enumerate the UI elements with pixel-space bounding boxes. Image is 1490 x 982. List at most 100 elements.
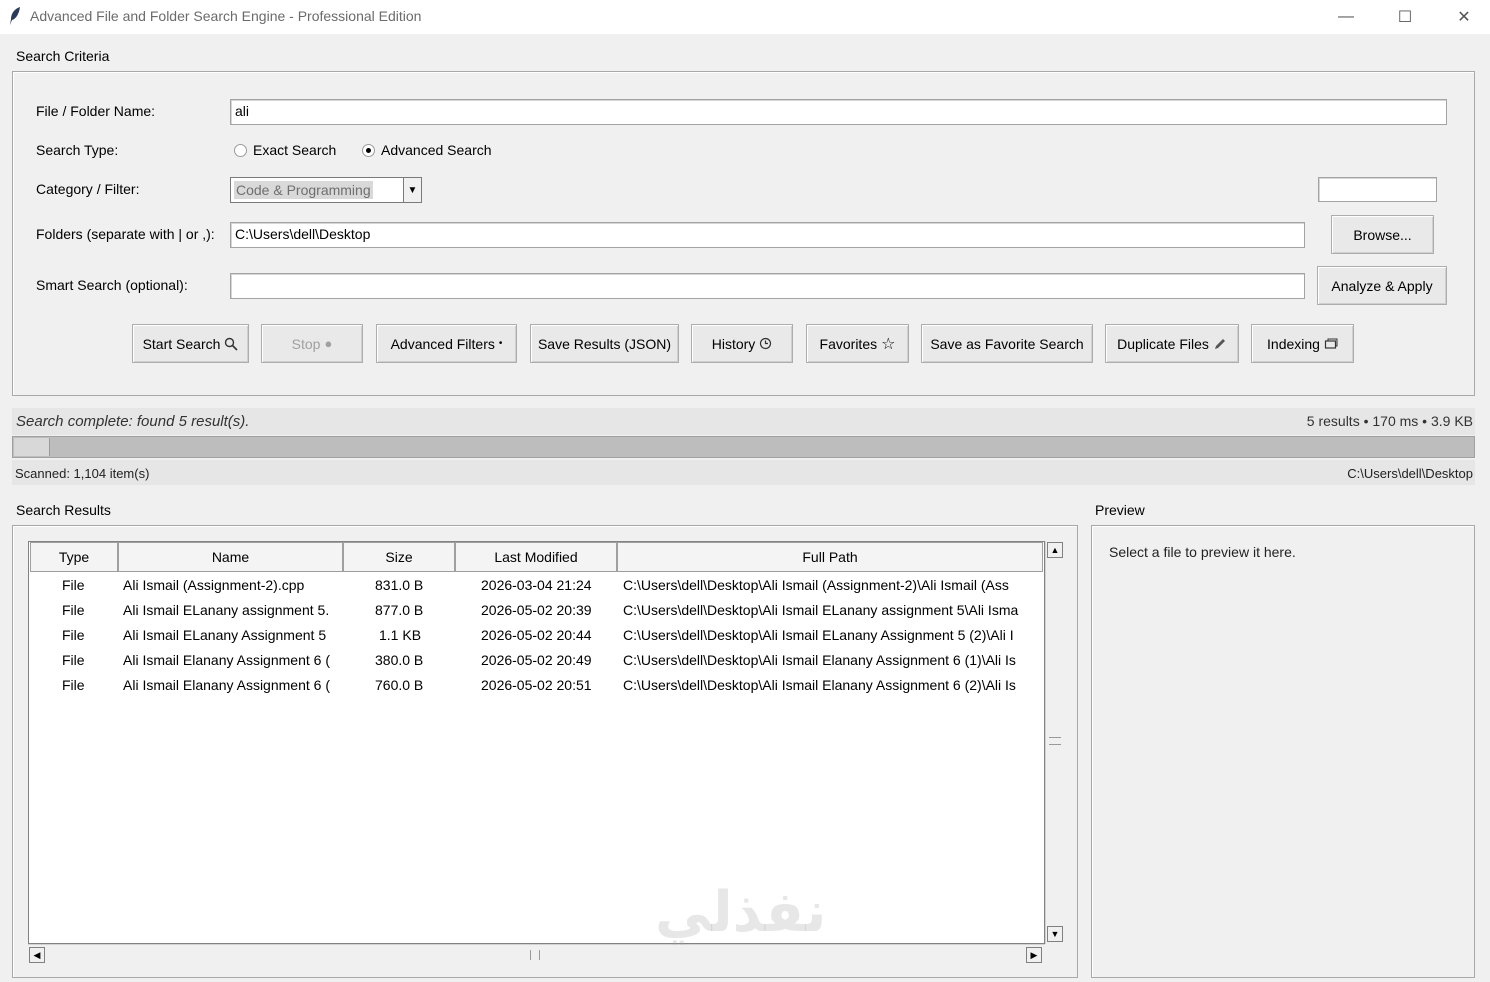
cell-size: 380.0 B [375,652,424,668]
feather-icon [10,7,20,25]
preview-label: Preview [1095,502,1145,518]
advanced-filters-button[interactable]: Advanced Filters • [376,324,517,363]
scroll-right-icon[interactable]: ▶ [1026,947,1042,963]
radio-dot-selected [362,143,375,157]
preview-placeholder: Select a file to preview it here. [1109,544,1296,560]
dropdown-arrow-icon[interactable]: ▼ [403,178,421,202]
cell-type: File [62,677,85,693]
cell-modified: 2026-03-04 21:24 [481,577,592,593]
pencil-icon [1214,338,1225,349]
horizontal-scrollbar[interactable]: ◀ ▶ [28,944,1045,964]
cell-name: Ali Ismail ELanany Assignment 5 [123,627,327,643]
search-type-label: Search Type: [36,142,119,158]
cell-type: File [62,602,85,618]
window-title: Advanced File and Folder Search Engine -… [30,8,422,24]
progress-fill [14,438,50,456]
search-stats: 5 results • 170 ms • 3.9 KB [1306,413,1473,429]
results-table[interactable]: Type Name Size Last Modified Full Path F… [28,541,1045,944]
bullet-icon: • [498,338,503,349]
advanced-search-radio[interactable]: Advanced Search [362,142,492,158]
smart-search-input[interactable] [230,273,1305,299]
cell-size: 831.0 B [375,577,424,593]
name-label: File / Folder Name: [36,103,156,119]
column-header-full-path[interactable]: Full Path [617,542,1043,572]
cell-type: File [62,627,85,643]
close-button[interactable]: ✕ [1435,0,1490,34]
magnifier-icon [225,337,238,351]
analyze-apply-label: Analyze & Apply [1331,277,1433,294]
minimize-icon: — [1338,8,1354,25]
cell-path: C:\Users\dell\Desktop\Ali Ismail ELanany… [623,602,1019,618]
cell-name: Ali Ismail Elanany Assignment 6 ( [123,677,330,693]
record-dot-icon: ● [324,336,333,351]
cell-size: 877.0 B [375,602,424,618]
save-favorite-label: Save as Favorite Search [930,335,1084,352]
save-results-json-button[interactable]: Save Results (JSON) [530,324,679,363]
cell-type: File [62,577,85,593]
scanned-count: Scanned: 1,104 item(s) [15,466,150,481]
duplicate-files-button[interactable]: Duplicate Files [1105,324,1239,363]
name-input[interactable]: ali [230,99,1447,125]
preview-group [1091,525,1475,978]
maximize-icon: ☐ [1397,9,1413,26]
cell-size: 1.1 KB [379,627,422,643]
history-label: History [711,335,756,352]
browse-button[interactable]: Browse... [1331,215,1434,254]
maximize-button[interactable]: ☐ [1376,0,1434,34]
table-row[interactable]: File Ali Ismail (Assignment-2).cpp 831.0… [29,574,1043,599]
scroll-grip-icon[interactable] [530,950,540,960]
star-icon: ☆ [881,335,896,353]
cell-path: C:\Users\dell\Desktop\Ali Ismail ELanany… [623,627,1014,643]
progress-bar [12,436,1475,458]
cell-modified: 2026-05-02 20:51 [481,677,592,693]
exact-search-radio[interactable]: Exact Search [234,142,336,158]
category-value: Code & Programming [234,181,373,199]
stop-button[interactable]: Stop ● [261,324,363,363]
column-header-last-modified[interactable]: Last Modified [455,542,617,572]
scroll-grip-icon[interactable] [1049,737,1061,745]
cell-modified: 2026-05-02 20:39 [481,602,592,618]
table-row[interactable]: File Ali Ismail ELanany assignment 5. 87… [29,599,1043,624]
table-row[interactable]: File Ali Ismail Elanany Assignment 6 ( 7… [29,674,1043,699]
save-results-label: Save Results (JSON) [537,335,672,352]
category-combobox[interactable]: Code & Programming ▼ [230,177,422,203]
cell-type: File [62,652,85,668]
table-row[interactable]: File Ali Ismail Elanany Assignment 6 ( 3… [29,649,1043,674]
status-message: Search complete: found 5 result(s). [16,413,250,430]
scan-info-bar [12,460,1475,485]
column-header-type[interactable]: Type [30,542,118,572]
analyze-apply-button[interactable]: Analyze & Apply [1317,266,1447,305]
scroll-down-icon[interactable]: ▼ [1047,926,1063,942]
search-criteria-label: Search Criteria [16,48,110,64]
column-header-name[interactable]: Name [118,542,343,572]
cell-name: Ali Ismail ELanany assignment 5. [123,602,330,618]
window-icon [1324,338,1338,349]
smart-search-label: Smart Search (optional): [36,277,188,293]
save-favorite-search-button[interactable]: Save as Favorite Search [921,324,1093,363]
cell-modified: 2026-05-02 20:44 [481,627,592,643]
scroll-up-icon[interactable]: ▲ [1047,542,1063,558]
minimize-button[interactable]: — [1317,0,1375,34]
browse-label: Browse... [1353,226,1412,243]
scroll-left-icon[interactable]: ◀ [29,947,45,963]
category-extra-input[interactable] [1318,177,1437,202]
cell-path: C:\Users\dell\Desktop\Ali Ismail (Assign… [623,577,1009,593]
clock-icon [760,337,772,350]
duplicate-files-label: Duplicate Files [1117,335,1209,352]
cell-name: Ali Ismail Elanany Assignment 6 ( [123,652,330,668]
vertical-scrollbar[interactable]: ▲ ▼ [1045,541,1064,944]
title-bar: Advanced File and Folder Search Engine -… [0,0,1490,34]
favorites-button[interactable]: Favorites ☆ [806,324,909,363]
close-icon: ✕ [1457,9,1471,26]
watermark-logo: نفذلي [655,880,827,945]
table-row[interactable]: File Ali Ismail ELanany Assignment 5 1.1… [29,624,1043,649]
history-button[interactable]: History [691,324,793,363]
start-search-button[interactable]: Start Search [132,324,249,363]
column-header-size[interactable]: Size [343,542,455,572]
folders-input[interactable]: C:\Users\dell\Desktop [230,222,1305,248]
favorites-label: Favorites [819,335,878,352]
current-path: C:\Users\dell\Desktop [1347,466,1473,481]
folders-label: Folders (separate with | or ,): [36,226,215,242]
indexing-label: Indexing [1267,335,1320,352]
indexing-button[interactable]: Indexing [1251,324,1354,363]
